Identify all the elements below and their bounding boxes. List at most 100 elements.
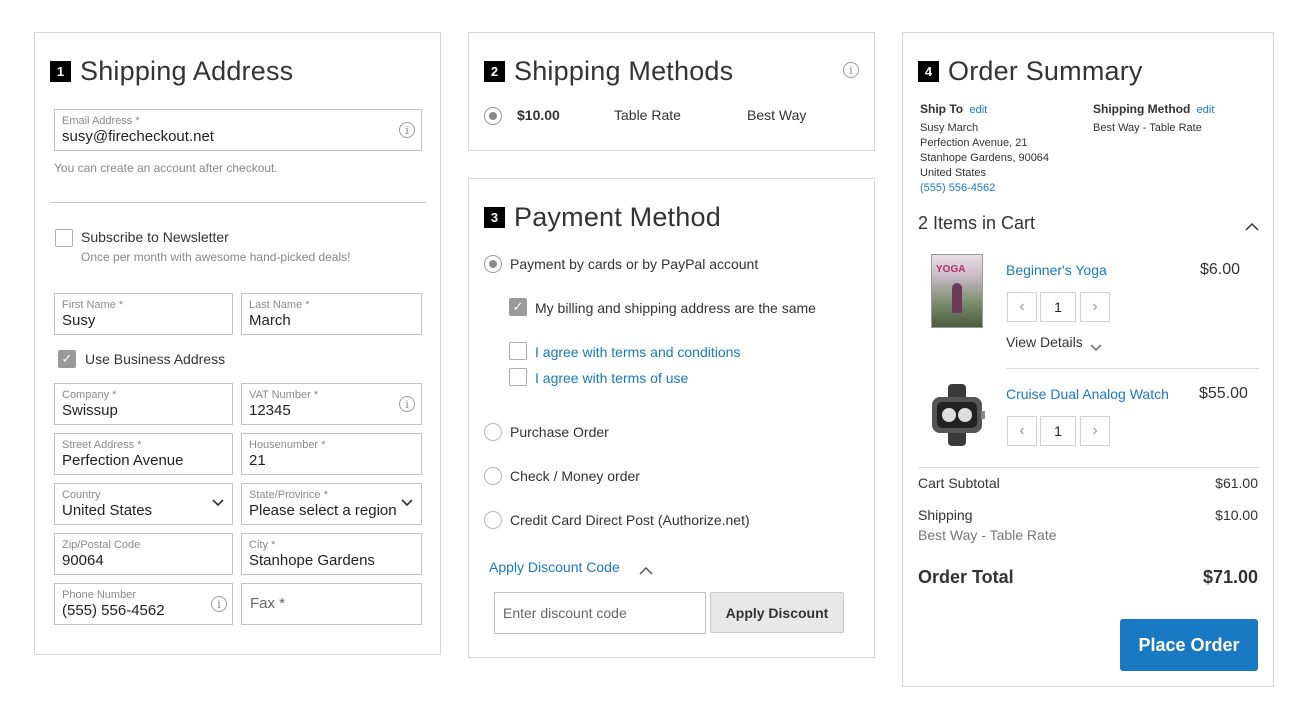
shipping-method-label: Shipping Method: [1093, 102, 1191, 116]
payment-check-label: Check / Money order: [510, 468, 640, 484]
city-value: Stanhope Gardens: [249, 552, 375, 569]
agree-use-link[interactable]: I agree with terms of use: [535, 370, 688, 386]
product-price: $6.00: [1200, 261, 1241, 278]
qty-increase-button[interactable]: ›: [1080, 292, 1110, 322]
zip-field[interactable]: Zip/Postal Code 90064: [54, 533, 233, 575]
city-field[interactable]: City * Stanhope Gardens: [241, 533, 422, 575]
payment-authorize-label: Credit Card Direct Post (Authorize.net): [510, 512, 750, 528]
newsletter-checkbox[interactable]: [55, 229, 73, 247]
ship-to-edit-link[interactable]: edit: [969, 104, 987, 116]
qty-decrease-button[interactable]: ‹: [1007, 416, 1037, 446]
street-field[interactable]: Street Address * Perfection Avenue: [54, 433, 233, 475]
divider: [918, 467, 1259, 468]
last-name-field[interactable]: Last Name * March: [241, 293, 422, 335]
thumb-text: YOGA: [936, 264, 966, 275]
agree-terms-checkbox[interactable]: [509, 342, 527, 360]
section-title: Order Summary: [948, 56, 1143, 86]
country-select[interactable]: Country United States: [54, 483, 233, 525]
apply-discount-toggle[interactable]: Apply Discount Code: [489, 559, 620, 575]
payment-authorize-radio[interactable]: [484, 511, 502, 529]
phone-value: (555) 556-4562: [62, 602, 165, 619]
apply-discount-label: Apply Discount: [725, 604, 829, 621]
first-name-field[interactable]: First Name * Susy: [54, 293, 233, 335]
items-in-cart-toggle[interactable]: 2 Items in Cart: [918, 213, 1035, 234]
phone-field[interactable]: Phone Number (555) 556-4562 i: [54, 583, 233, 625]
qty-increase-button[interactable]: ›: [1080, 416, 1110, 446]
agree-use-checkbox[interactable]: [509, 368, 527, 386]
divider: [50, 202, 426, 203]
fax-placeholder: Fax *: [250, 595, 286, 612]
info-icon[interactable]: i: [399, 122, 415, 138]
step-number: 3: [484, 207, 505, 228]
order-summary-heading: 4 Order Summary: [918, 56, 1143, 87]
newsletter-hint: Once per month with awesome hand-picked …: [81, 250, 351, 264]
ship-to-street: Perfection Avenue, 21: [920, 137, 1028, 149]
ship-to-label: Ship To: [920, 102, 964, 116]
region-select[interactable]: State/Province * Please select a region,: [241, 483, 422, 525]
step-number: 2: [484, 61, 505, 82]
order-total-label: Order Total: [918, 567, 1014, 587]
view-details-toggle[interactable]: View Details: [1006, 334, 1083, 350]
billing-same-checkbox[interactable]: ✓: [509, 298, 527, 316]
qty-input[interactable]: 1: [1040, 416, 1076, 446]
thumb-figure: [952, 283, 962, 313]
info-icon[interactable]: i: [399, 396, 415, 412]
newsletter-label: Subscribe to Newsletter: [81, 229, 229, 245]
discount-code-input[interactable]: Enter discount code: [494, 592, 706, 634]
shipping-rate-price: $10.00: [517, 107, 560, 123]
payment-check-radio[interactable]: [484, 467, 502, 485]
email-value: susy@firecheckout.net: [62, 128, 214, 145]
use-business-label: Use Business Address: [85, 351, 226, 367]
order-total-value: $71.00: [1202, 567, 1258, 587]
vat-field[interactable]: VAT Number * 12345 i: [241, 383, 422, 425]
product-thumbnail: YOGA: [931, 254, 983, 328]
street-value: Perfection Avenue: [62, 452, 184, 469]
ship-to-phone-link[interactable]: (555) 556-4562: [920, 182, 995, 194]
shipping-methods-section: 2 Shipping Methods i $10.00 Table Rate B…: [468, 32, 875, 151]
company-label: Company *: [62, 389, 117, 401]
housenumber-field[interactable]: Housenumber * 21: [241, 433, 422, 475]
use-business-checkbox[interactable]: ✓: [58, 350, 76, 368]
fax-field[interactable]: Fax *: [241, 583, 422, 625]
email-field[interactable]: Email Address * susy@firecheckout.net i: [54, 109, 422, 151]
shipping-value: $10.00: [1215, 507, 1258, 523]
payment-method-heading: 3 Payment Method: [484, 202, 721, 233]
email-label: Email Address *: [62, 115, 140, 127]
qty-decrease-button[interactable]: ‹: [1007, 292, 1037, 322]
product-name-link[interactable]: Cruise Dual Analog Watch: [1006, 386, 1169, 402]
housenumber-value: 21: [249, 452, 266, 469]
product-name-link[interactable]: Beginner's Yoga: [1006, 262, 1107, 278]
info-icon[interactable]: i: [843, 62, 859, 78]
info-icon[interactable]: i: [211, 596, 227, 612]
chevron-up-icon[interactable]: [639, 562, 653, 580]
agree-terms-link[interactable]: I agree with terms and conditions: [535, 344, 740, 360]
ship-to-country: United States: [920, 167, 987, 179]
apply-discount-button[interactable]: Apply Discount: [710, 592, 844, 633]
ship-to-heading: Ship To edit: [920, 102, 987, 116]
place-order-label: Place Order: [1138, 634, 1240, 655]
shipping-label: Shipping: [918, 507, 973, 523]
shipping-method-value: Best Way - Table Rate: [1093, 122, 1202, 134]
country-label: Country: [62, 489, 101, 501]
chevron-down-icon: [212, 495, 224, 510]
subtotal-label: Cart Subtotal: [918, 475, 1000, 491]
payment-paypal-radio[interactable]: [484, 255, 502, 273]
first-name-label: First Name *: [62, 299, 124, 311]
chevron-down-icon: [401, 495, 413, 510]
chevron-down-icon[interactable]: [1090, 339, 1102, 357]
step-number: 4: [918, 61, 939, 82]
billing-same-label: My billing and shipping address are the …: [535, 300, 816, 316]
shipping-method-edit-link[interactable]: edit: [1197, 104, 1215, 116]
zip-label: Zip/Postal Code: [62, 539, 141, 551]
place-order-button[interactable]: Place Order: [1120, 619, 1258, 671]
shipping-method-summary: Best Way - Table Rate: [918, 527, 1057, 543]
shipping-rate-method: Table Rate: [614, 107, 681, 123]
qty-input[interactable]: 1: [1040, 292, 1076, 322]
shipping-rate-radio[interactable]: [484, 107, 502, 125]
chevron-up-icon[interactable]: [1245, 218, 1259, 236]
region-label: State/Province *: [249, 489, 328, 501]
company-field[interactable]: Company * Swissup: [54, 383, 233, 425]
phone-label: Phone Number: [62, 589, 136, 601]
housenumber-label: Housenumber *: [249, 439, 326, 451]
payment-po-radio[interactable]: [484, 423, 502, 441]
